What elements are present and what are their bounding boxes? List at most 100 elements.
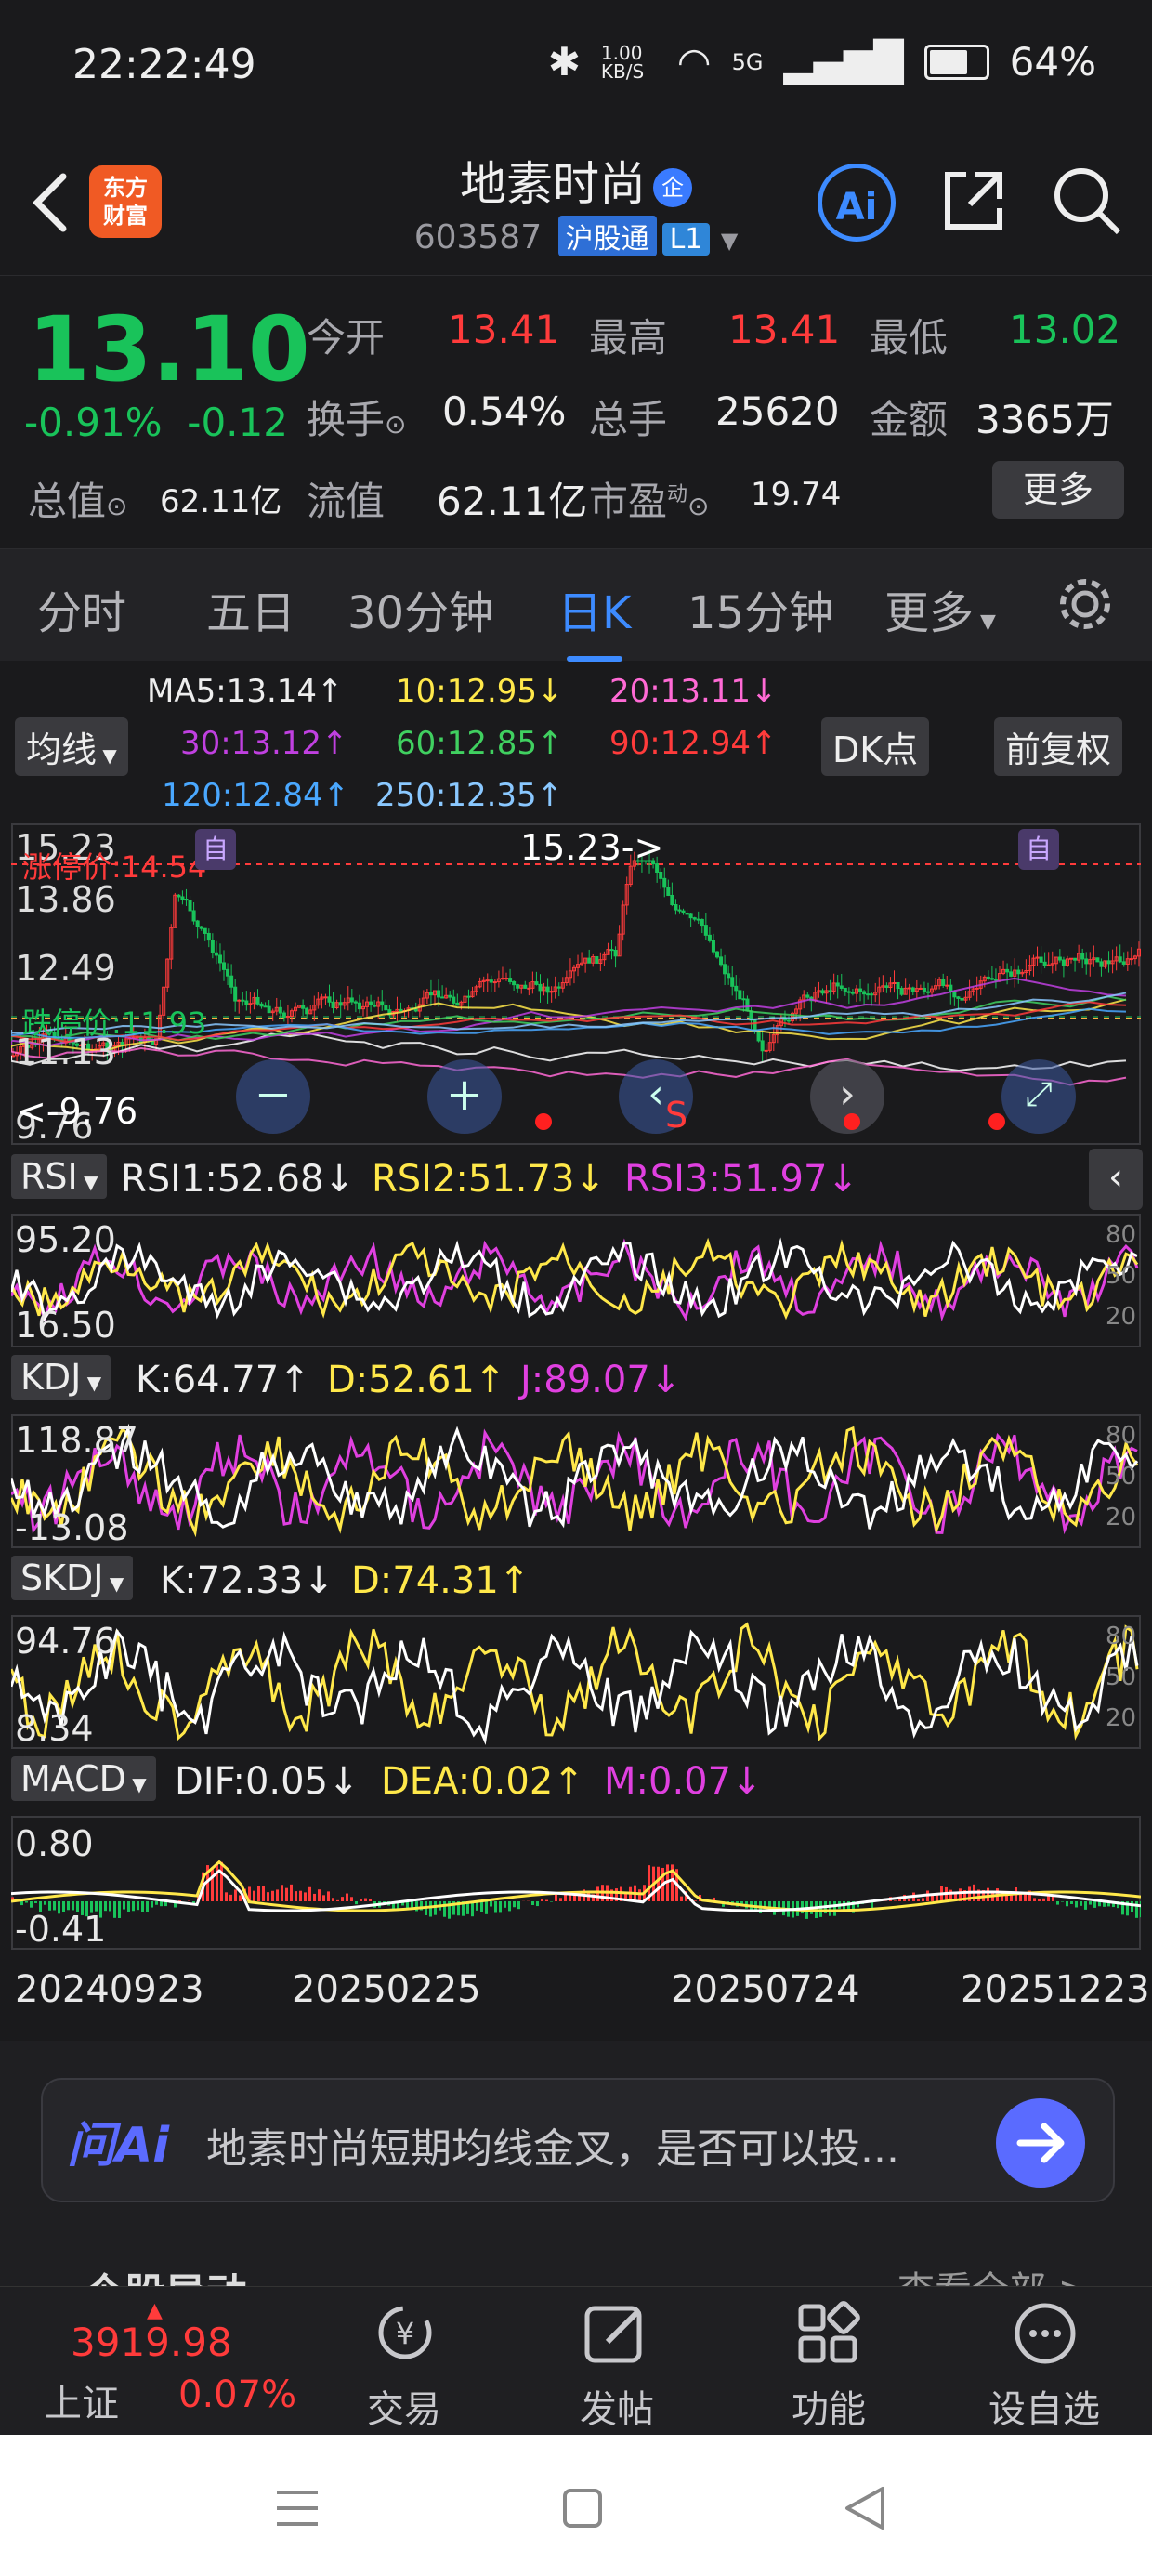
skdj-50: 50 [1106,1663,1137,1691]
kdj-k-value: K:64.77↑ [136,1359,310,1401]
signal-dot [535,1113,552,1130]
battery-percent: 64% [1009,39,1096,85]
date-tick-2: 20250225 [292,1968,481,2011]
open-value: 13.41 [448,307,560,352]
macd-top: 0.80 [15,1823,94,1864]
kdj-chart [11,1414,1141,1548]
post-icon[interactable] [582,2299,650,2372]
kdj-d-value: D:52.61↑ [327,1359,506,1401]
tab-five-day[interactable]: 五日 [206,576,295,641]
signal-dot [988,1113,1005,1130]
section-title-partial: 个股异动 [84,2260,247,2286]
tab-intraday[interactable]: 分时 [37,576,126,641]
function-grid-icon[interactable] [795,2301,860,2370]
index-name: 上证 [45,2383,119,2425]
pe-label[interactable]: 市盈动⊙ [589,470,710,527]
ma30-value: 30:13.12↑ [180,725,348,762]
enterprise-badge: 企 [653,167,692,207]
home-icon[interactable] [561,2487,604,2533]
settings-gear-icon[interactable] [1055,574,1115,637]
index-value[interactable]: 3919.98 [71,2320,232,2365]
rsi-chart [11,1214,1141,1347]
stock-name: 地素时尚 [460,157,646,211]
turnover-value: 0.54% [442,388,567,434]
float-label: 流值 [307,479,386,524]
collapse-panel-button[interactable]: ‹ [1089,1149,1143,1210]
skdj-chart [11,1615,1141,1749]
skdj-k-value: K:72.33↓ [160,1559,334,1602]
tab-15min[interactable]: 15分钟 [687,576,833,641]
date-tick-4: 20251223 [961,1968,1150,2011]
nav-post[interactable]: 发帖 [543,2379,691,2433]
kdj-top: 118.87 [15,1420,138,1461]
date-tick-1: 20240923 [15,1968,204,2011]
tab-more[interactable]: 更多 ▼ [884,576,996,641]
caret-down-icon: ▼ [974,611,996,634]
dk-point-button[interactable]: DK点 [821,717,930,776]
nav-add-watchlist[interactable]: 设自选 [970,2379,1119,2433]
tab-daily-k[interactable]: 日K [557,576,631,641]
ai-chat-input[interactable]: 问Ai 地素时尚短期均线金叉，是否可以投... [41,2078,1115,2202]
more-button[interactable]: 更多 [992,461,1124,519]
nav-trade[interactable]: 交易 [330,2379,478,2433]
mktcap-label[interactable]: 总值⊙ [28,470,127,527]
pe-value: 19.74 [751,476,842,513]
self-select-tag-2[interactable]: 自 [1018,829,1059,870]
rsi-50: 50 [1106,1262,1137,1290]
wifi-icon: ◠ [676,39,712,85]
stock-code: 603587 [413,218,543,256]
macd-chart [11,1816,1141,1950]
last-price: 13.10 [28,297,310,401]
ai-button[interactable]: Ai [818,164,896,242]
adjust-button[interactable]: 前复权 [994,717,1123,776]
high-label: 最高 [589,315,668,361]
turnover-label[interactable]: 换手⊙ [307,388,406,445]
amount-value: 3365万 [975,397,1114,442]
rsi-20: 20 [1106,1303,1137,1331]
low-value: 13.02 [1009,307,1121,352]
rsi-selector[interactable]: RSI ▼ [11,1154,108,1199]
kdj-selector[interactable]: KDJ ▼ [11,1355,111,1400]
connect-badge: 沪股通 [557,216,657,256]
level-badge: L1 [661,223,711,256]
ma10-value: 10:12.95↓ [396,673,564,710]
abs-change: -0.12 [187,400,288,445]
menu-icon[interactable] [275,2487,320,2533]
self-select-tag[interactable]: 自 [195,829,236,870]
price-change: -0.91% -0.12 [24,400,288,445]
nav-function[interactable]: 功能 [754,2379,903,2433]
caret-down-icon: ▼ [720,228,739,254]
mktcap-value: 62.11亿 [160,483,282,520]
zoom-in-button[interactable]: + [427,1059,502,1134]
skdj-selector[interactable]: SKDJ ▼ [11,1556,134,1600]
ma60-value: 60:12.85↑ [396,725,564,762]
battery-icon [923,44,989,80]
rsi-80: 80 [1106,1221,1137,1249]
rsi1-value: RSI1:52.68↓ [121,1158,355,1201]
signal-icon: ▂▄▆█ [783,39,904,85]
ai-prompt-text: 地素时尚短期均线金叉，是否可以投... [206,2125,899,2173]
macd-selector[interactable]: MACD ▼ [11,1756,156,1801]
signal-dot [844,1113,860,1130]
more-options-icon[interactable] [1011,2299,1080,2372]
search-icon[interactable] [1050,164,1124,242]
share-icon[interactable] [938,165,1009,240]
send-arrow-icon[interactable] [996,2098,1085,2188]
trade-icon[interactable]: ¥ [368,2301,442,2370]
index-up-icon: ▲ [147,2299,163,2322]
zoom-out-button[interactable]: − [236,1059,310,1134]
rsi-bottom: 16.50 [15,1305,116,1346]
kdj-80: 80 [1106,1422,1137,1450]
kdj-50: 50 [1106,1463,1137,1491]
limit-up-label: 涨停价:14.54 [22,849,207,885]
ma-selector[interactable]: 均线 ▼ [15,717,128,776]
limit-down-label: 跌停价:11.93 [22,1005,207,1041]
status-icons: ✱ 1.00 KB/S ◠ 5G ▂▄▆█ 64% [548,39,1096,85]
fullscreen-icon[interactable]: ⤢ [1001,1059,1076,1134]
ma20-value: 20:13.11↓ [609,673,778,710]
tab-30min[interactable]: 30分钟 [347,576,493,641]
kline-ytick-3: 12.49 [15,948,116,989]
back-nav-icon[interactable] [842,2485,886,2535]
macd-dif-value: DIF:0.05↓ [175,1760,360,1803]
section-link-partial[interactable]: 查看全部 > [897,2260,1089,2286]
